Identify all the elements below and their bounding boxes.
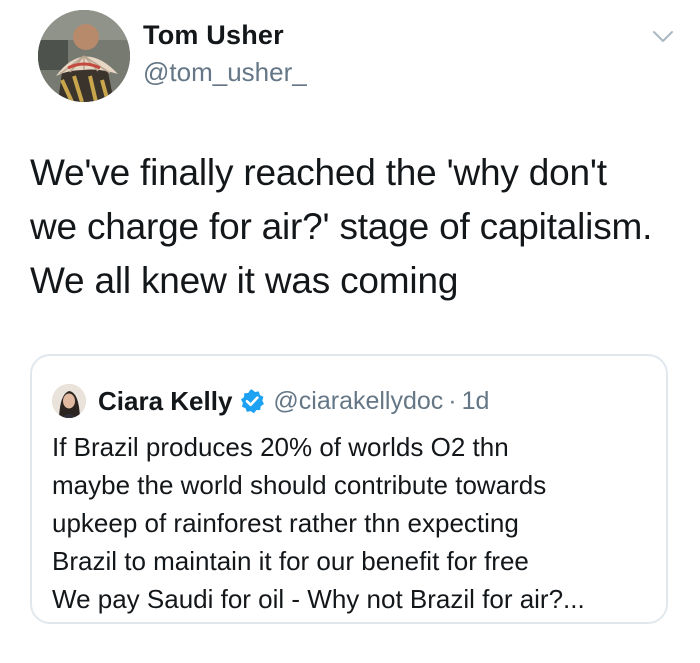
- quoted-timestamp[interactable]: 1d: [462, 387, 490, 416]
- author-avatar[interactable]: [38, 10, 130, 102]
- quoted-author-name[interactable]: Ciara Kelly: [98, 386, 232, 417]
- tweet-text: We've finally reached the 'why don't we …: [30, 146, 680, 308]
- tweet-text-line: We've finally reached the 'why don't: [30, 152, 607, 193]
- profile-photo-icon: [38, 10, 130, 102]
- quoted-text-line: We pay Saudi for oil - Why not Brazil fo…: [52, 584, 585, 614]
- quoted-author-avatar[interactable]: [52, 384, 86, 418]
- author-handle[interactable]: @tom_usher_: [143, 57, 307, 88]
- quoted-text: If Brazil produces 20% of worlds O2 thn …: [52, 428, 652, 618]
- quoted-text-line: Brazil to maintain it for our benefit fo…: [52, 546, 529, 576]
- quoted-tweet[interactable]: Ciara Kelly @ciarakellydoc · 1d If Brazi…: [30, 354, 668, 624]
- meta-separator: ·: [448, 386, 457, 415]
- quoted-text-line: If Brazil produces 20% of worlds O2 thn: [52, 432, 509, 462]
- chevron-down-icon[interactable]: [648, 24, 678, 48]
- quoted-author-handle[interactable]: @ciarakellydoc: [273, 387, 443, 416]
- author-name[interactable]: Tom Usher: [143, 20, 284, 51]
- profile-photo-icon: [52, 384, 86, 418]
- quoted-text-line: upkeep of rainforest rather thn expectin…: [52, 508, 519, 538]
- tweet-text-line: We all knew it was coming: [30, 260, 459, 301]
- quoted-text-line: maybe the world should contribute toward…: [52, 470, 547, 500]
- tweet-text-line: we charge for air?' stage of capitalism.: [30, 206, 653, 247]
- verified-badge-icon: [239, 388, 265, 414]
- quoted-header: Ciara Kelly @ciarakellydoc · 1d: [98, 384, 489, 418]
- tweet-card: Tom Usher @tom_usher_ We've finally reac…: [0, 0, 700, 663]
